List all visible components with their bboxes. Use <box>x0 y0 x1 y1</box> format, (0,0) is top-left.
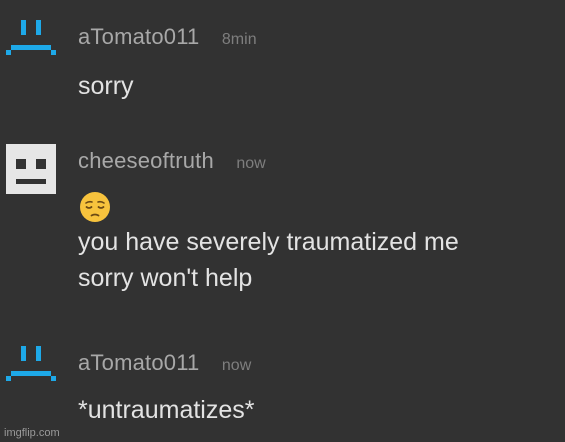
username[interactable]: aTomato011 <box>78 24 199 49</box>
timestamp: now <box>221 357 252 374</box>
username[interactable]: cheeseoftruth <box>78 148 214 173</box>
pensive-face-emoji-icon <box>78 190 112 224</box>
neutral-face-pixel-icon[interactable] <box>6 144 56 194</box>
timestamp: 8min <box>221 31 257 48</box>
watermark: imgflip.com <box>4 427 60 439</box>
message-body: you have severely traumatized me sorry w… <box>78 188 459 296</box>
message-text: *untraumatizes* <box>78 396 255 424</box>
message-header: aTomato011 8min <box>78 26 257 48</box>
emoji-line <box>78 188 459 224</box>
sad-face-pixel-icon[interactable] <box>6 20 56 70</box>
message-header: aTomato011 now <box>78 352 251 374</box>
sad-face-pixel-icon[interactable] <box>6 346 56 396</box>
message-text: you have severely traumatized me <box>78 228 459 256</box>
message-text: sorry <box>78 72 134 100</box>
username[interactable]: aTomato011 <box>78 350 199 375</box>
message-text: sorry won't help <box>78 264 253 292</box>
message-body: sorry <box>78 68 134 104</box>
message-header: cheeseoftruth now <box>78 150 266 172</box>
timestamp: now <box>236 155 266 172</box>
chat-window: aTomato011 8min sorry cheeseoftruth now <box>0 0 565 442</box>
message-body: *untraumatizes* <box>78 392 254 428</box>
